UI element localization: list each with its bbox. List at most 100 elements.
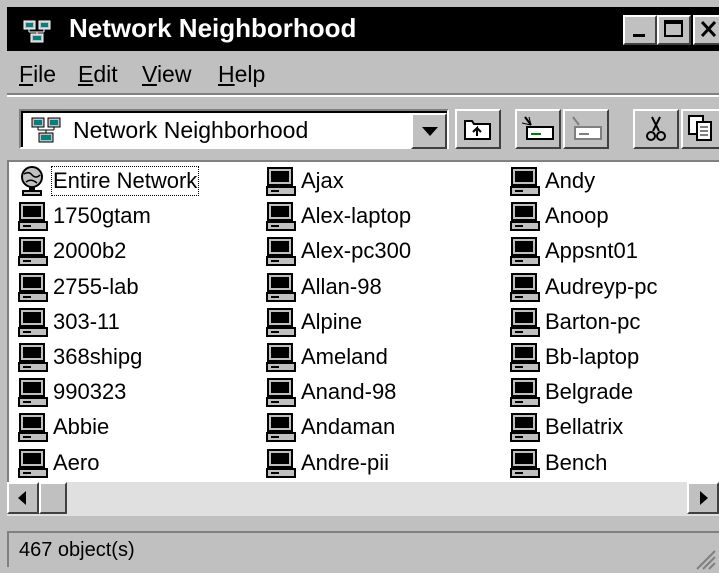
menu-bar: File Edit View Help [7,51,719,93]
menu-view[interactable]: View [142,61,191,88]
computer-icon [266,272,296,302]
computer-icon [266,307,296,337]
arrow-right-icon [700,491,708,505]
list-item-label: 1750gtam [53,203,151,229]
minimize-icon [633,34,645,37]
menu-view-accel: V [142,61,157,87]
menu-view-label: iew [156,61,192,87]
list-item-label: Anand-98 [301,379,397,405]
map-network-drive-icon [521,116,554,140]
disconnect-network-drive-button[interactable] [563,109,609,149]
list-item-label: Andre-pii [301,449,390,475]
list-item-label: Belgrade [545,379,634,405]
minimize-button[interactable] [623,15,657,45]
menu-edit-accel: E [78,61,94,87]
computer-icon [510,413,540,443]
list-item-label: Aero [53,449,100,475]
list-item-label: Bb-laptop [545,344,640,369]
list-item-label: Appsnt01 [545,238,638,264]
list-item-label: Abbie [53,414,110,440]
computer-icon [510,272,540,302]
menu-help-accel: H [218,61,235,87]
scroll-right-button[interactable] [687,482,719,514]
computer-icon [18,448,48,478]
file-list[interactable]: Entire Network 1750gtam 2000b2 2755-lab 303-… [7,160,719,482]
list-item-label: 990323 [53,379,127,405]
status-object-count: 467 object(s) [19,539,135,561]
list-item-label: Alex-laptop [301,203,412,229]
menu-file-label: ile [33,61,57,87]
scroll-thumb[interactable] [39,482,67,514]
computer-icon [266,378,296,408]
computer-icon [510,202,540,232]
arrow-left-icon [18,491,26,505]
list-item-label: Anoop [545,203,609,229]
size-grip-icon[interactable] [693,547,717,571]
up-one-level-button[interactable] [455,109,501,149]
computer-icon [18,307,48,337]
list-item-label: Andy [545,168,596,193]
network-neighborhood-icon [31,117,61,143]
close-icon [700,20,717,38]
list-item-label: Alpine [301,308,363,334]
menu-file[interactable]: File [19,61,56,88]
disconnect-network-drive-icon [572,116,602,140]
computer-icon [18,413,48,443]
menu-help[interactable]: Help [218,61,265,88]
computer-icon [18,202,48,232]
computer-icon [266,167,296,196]
chevron-down-icon [422,127,438,136]
computer-icon [18,378,48,408]
menu-file-accel: F [19,61,34,87]
up-one-level-icon [464,120,491,140]
list-item-label: 303-11 [53,308,120,334]
computer-icon [266,413,296,443]
network-neighborhood-icon [23,20,51,43]
computer-icon [266,237,296,267]
status-panel: 467 object(s) [7,531,719,567]
entire-network-icon [21,166,43,196]
list-item-label: Alex-pc300 [301,238,412,264]
menu-edit[interactable]: Edit [78,61,118,88]
list-item-label: Audreyp-pc [545,273,658,299]
title-bar[interactable]: Network Neighborhood [7,7,719,51]
list-item-label: 368shipg [53,344,143,369]
computer-icon [510,237,540,267]
computer-icon [18,237,48,267]
cut-button[interactable] [633,109,679,149]
address-combo[interactable]: Network Neighborhood [19,109,449,149]
status-bar: 467 object(s) [7,525,719,573]
list-item-label: Allan-98 [301,273,382,299]
maximize-icon [664,20,683,37]
maximize-button[interactable] [657,15,691,45]
address-value: Network Neighborhood [73,117,309,143]
list-item-label: Ajax [301,168,344,193]
list-item-label: 2755-lab [53,273,139,299]
list-item-label: Ameland [301,344,388,369]
list-item-label: Barton-pc [545,308,641,334]
list-item-label: Entire Network [50,166,200,196]
computer-icon [18,343,48,372]
list-item-label: 2000b2 [53,238,127,264]
computer-icon [510,343,540,372]
computer-icon [266,343,296,372]
computer-icon [510,378,540,408]
list-item-label: Bench [545,449,608,475]
window-title: Network Neighborhood [69,13,357,43]
scroll-left-button[interactable] [7,482,39,514]
computer-icon [510,167,540,196]
address-combo-field: Network Neighborhood [21,111,447,149]
close-button[interactable] [693,15,719,45]
cut-icon [646,116,666,141]
address-dropdown-button[interactable] [411,113,447,149]
list-item-label: Bellatrix [545,414,624,440]
network-neighborhood-window: Network Neighborhood File Edit View Help [0,0,719,573]
menu-help-label: elp [234,61,266,87]
toolbar: Network Neighborhood [7,97,719,159]
menu-edit-label: dit [93,61,118,87]
computer-icon [18,272,48,302]
copy-button[interactable] [681,109,719,149]
computer-icon [266,202,296,232]
horizontal-scrollbar[interactable] [7,482,719,516]
map-network-drive-button[interactable] [515,109,561,149]
